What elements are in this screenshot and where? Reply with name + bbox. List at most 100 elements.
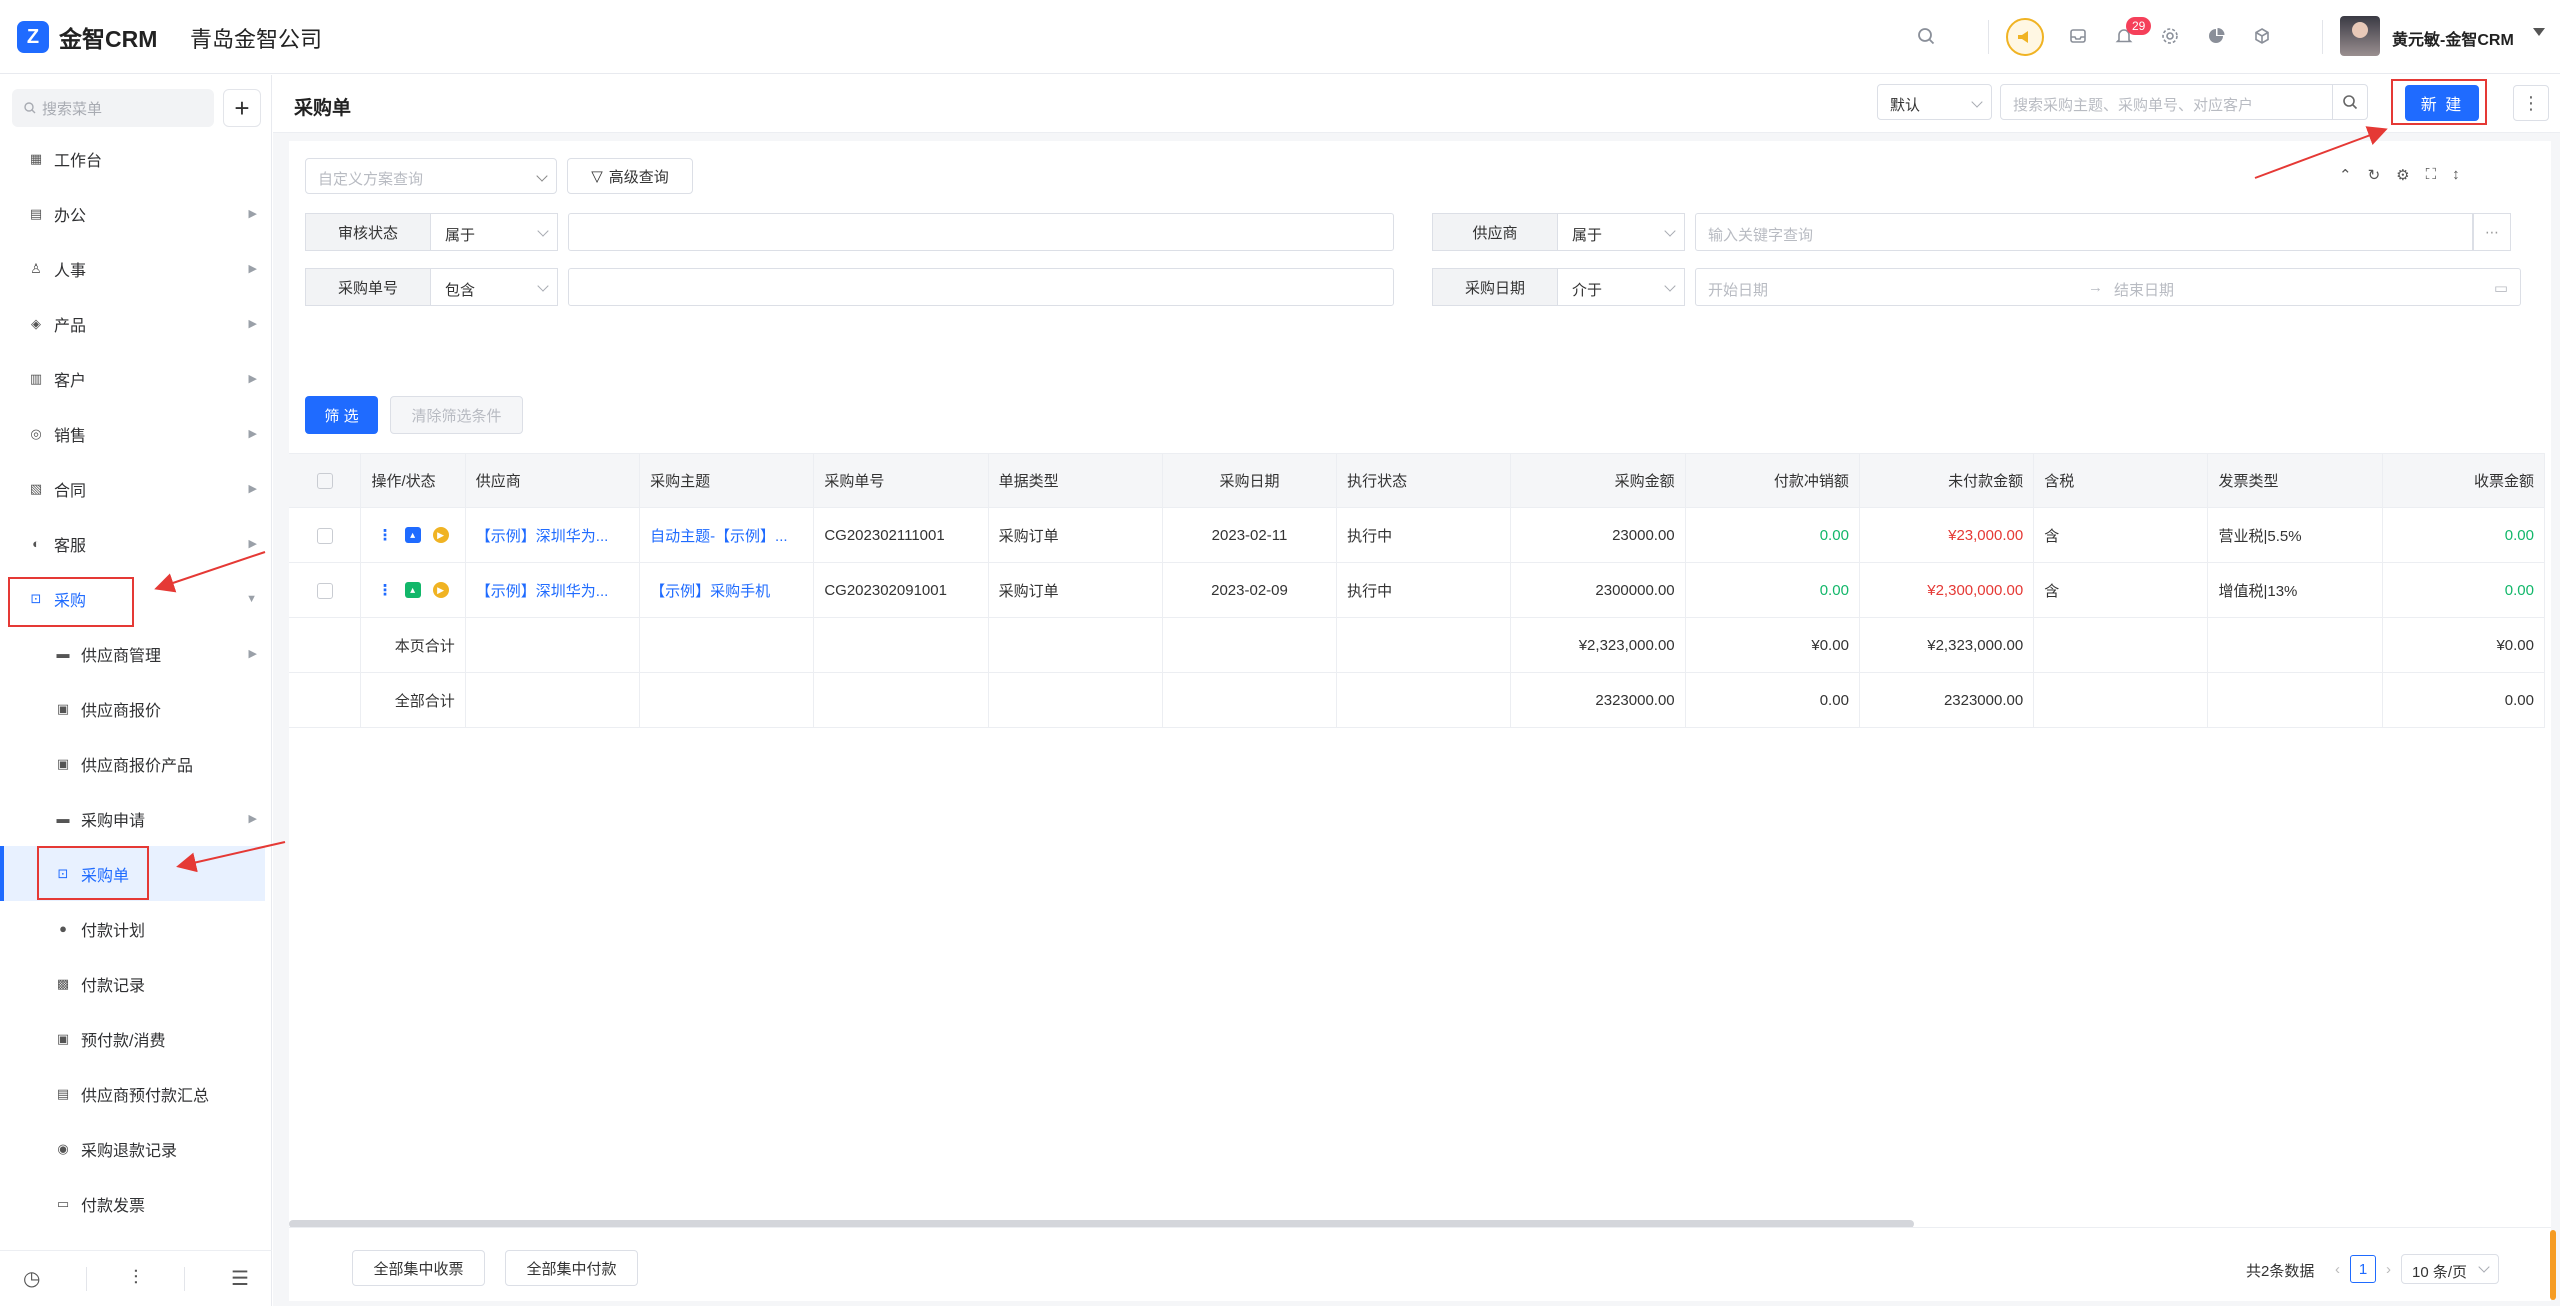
subject-link[interactable]: 自动主题-【示例】...	[639, 507, 815, 563]
supplier-keyword-input[interactable]: 输入关键字查询	[1695, 213, 2473, 251]
all-total-row: 全部合计 2323000.00 0.00 2323000.00 0.00	[289, 672, 2546, 728]
pie-chart-icon[interactable]	[2202, 22, 2230, 50]
annotation-box	[2391, 79, 2487, 125]
chevron-right-icon: ▶	[248, 813, 257, 825]
purchase-date: 2023-02-11	[1162, 507, 1338, 563]
sidebar-subitem-supplier-quote-product[interactable]: ▣ 供应商报价产品	[0, 736, 265, 791]
sales-icon: ◎	[30, 425, 42, 441]
sidebar-item-sales[interactable]: ◎ 销售 ▶	[0, 406, 265, 461]
sidebar-item-customer[interactable]: ▥ 客户 ▶	[0, 351, 265, 406]
brand-logo[interactable]: Z 金智CRM	[17, 20, 157, 54]
play-status-icon[interactable]: ▶	[432, 582, 449, 598]
search-input[interactable]: 搜索采购主题、采购单号、对应客户	[2000, 84, 2333, 120]
refresh-icon[interactable]: ↻	[2368, 166, 2381, 184]
menu-search-input[interactable]: 搜索菜单	[12, 89, 214, 127]
sidebar-subitem-payment-invoice[interactable]: ▭ 付款发票	[0, 1176, 265, 1231]
sidebar-item-label: 供应商管理	[81, 647, 162, 665]
filter-operator-select[interactable]: 属于	[1558, 213, 1685, 251]
sidebar-item-office[interactable]: ▤ 办公 ▶	[0, 186, 265, 241]
more-dots-button[interactable]: ⋯	[2473, 213, 2511, 251]
sidebar-subitem-refund-record[interactable]: ◉ 采购退款记录	[0, 1121, 265, 1176]
row-checkbox-cell[interactable]	[289, 507, 362, 563]
people-icon: ♙	[30, 260, 42, 276]
column-height-icon[interactable]: ↕	[2452, 166, 2460, 184]
filter-button[interactable]: 筛 选	[305, 396, 378, 434]
subject-link[interactable]: 【示例】采购手机	[639, 562, 815, 618]
play-status-icon[interactable]: ▶	[432, 527, 449, 543]
sidebar-item-product[interactable]: ◈ 产品 ▶	[0, 296, 265, 351]
add-menu-button[interactable]: +	[223, 89, 261, 127]
sidebar-subitem-prepayment[interactable]: ▣ 预付款/消费	[0, 1011, 265, 1066]
doc-type: 采购订单	[988, 562, 1163, 618]
sidebar-subitem-payment-record[interactable]: ▩ 付款记录	[0, 956, 265, 1011]
filter-operator-select[interactable]: 属于	[431, 213, 558, 251]
sidebar-subitem-prepay-summary[interactable]: ▤ 供应商预付款汇总	[0, 1066, 265, 1121]
pay-all-button[interactable]: 全部集中付款	[505, 1250, 638, 1286]
supplier-link[interactable]: 【示例】深圳华为...	[465, 507, 641, 563]
next-page-icon[interactable]: ›	[2386, 1261, 2391, 1278]
filter-operator-select[interactable]: 包含	[431, 268, 558, 306]
sidebar-item-hr[interactable]: ♙ 人事 ▶	[0, 241, 265, 296]
vertical-scrollbar[interactable]	[2550, 1230, 2556, 1300]
checkbox[interactable]	[316, 473, 333, 490]
sidebar-item-workbench[interactable]: ▦ 工作台	[0, 131, 265, 186]
sidebar-subitem-supplier-quote[interactable]: ▣ 供应商报价	[0, 681, 265, 736]
office-icon: ▤	[29, 205, 43, 221]
received-amount: 0.00	[2382, 562, 2546, 618]
search-button[interactable]	[2332, 84, 2368, 120]
custom-query-select[interactable]: 自定义方案查询	[305, 158, 557, 194]
order-no: CG202302111001	[813, 507, 989, 563]
advanced-query-button[interactable]: ▽ 高级查询	[567, 158, 693, 194]
top-bar: Z 金智CRM 青岛金智公司 29 黄元敏-金智CRM	[0, 0, 2560, 74]
chevron-down-icon[interactable]	[2533, 28, 2545, 36]
gear-icon[interactable]	[2156, 22, 2184, 50]
page-size-select[interactable]: 10 条/页	[2401, 1254, 2499, 1284]
history-icon[interactable]: ◷	[23, 1266, 40, 1291]
filter-operator-select[interactable]: 介于	[1558, 268, 1685, 306]
supplier-link[interactable]: 【示例】深圳华为...	[465, 562, 641, 618]
sidebar-subitem-purchase-request[interactable]: ▬ 采购申请 ▶	[0, 791, 265, 846]
approved-status-icon[interactable]: ▴	[404, 582, 421, 598]
gear-icon[interactable]: ⚙	[2396, 166, 2409, 184]
inbox-icon[interactable]	[2064, 22, 2092, 50]
collapse-up-icon[interactable]: ⌃	[2339, 166, 2352, 184]
more-actions-icon[interactable]: ⋮	[378, 526, 393, 544]
row-checkbox-cell[interactable]	[289, 562, 362, 618]
filter-operator-value: 包含	[445, 282, 476, 299]
sidebar-subitem-supplier-mgmt[interactable]: ▬ 供应商管理 ▶	[0, 626, 265, 681]
total-writeoff: 0.00	[1685, 672, 1860, 728]
avatar[interactable]	[2340, 16, 2380, 56]
collapse-menu-icon[interactable]: ☰	[231, 1266, 249, 1291]
prev-page-icon[interactable]: ‹	[2335, 1261, 2340, 1278]
filter-value-input[interactable]	[568, 268, 1394, 306]
current-page[interactable]: 1	[2350, 1255, 2376, 1283]
fullscreen-icon[interactable]: ⛶	[2426, 166, 2437, 184]
username[interactable]: 黄元敏-金智CRM	[2392, 26, 2514, 50]
search-icon[interactable]	[1912, 22, 1940, 50]
more-actions-icon[interactable]: ⋮	[378, 581, 393, 599]
chevron-down-icon	[2478, 1261, 2490, 1273]
sidebar-subitem-payment-plan[interactable]: ● 付款计划	[0, 901, 265, 956]
date-range-input[interactable]: 开始日期 → 结束日期 ▭	[1695, 268, 2521, 306]
clear-filter-button[interactable]: 清除筛选条件	[390, 396, 523, 434]
more-options-button[interactable]: ⋮	[2513, 85, 2549, 121]
box-icon[interactable]	[2248, 22, 2276, 50]
announcement-icon[interactable]	[2006, 18, 2044, 56]
view-select[interactable]: 默认	[1877, 84, 1992, 120]
divider	[1988, 20, 1989, 54]
checkbox[interactable]	[316, 582, 333, 599]
end-date[interactable]: 结束日期	[2114, 279, 2494, 299]
table-row[interactable]: ⋮ ▴ ▶ 【示例】深圳华为... 自动主题-【示例】... CG202302111…	[289, 507, 2546, 563]
basket-status-icon[interactable]: ▴	[404, 527, 421, 543]
filter-value-input[interactable]	[568, 213, 1394, 251]
start-date[interactable]: 开始日期	[1708, 279, 2088, 299]
sidebar-item-contract[interactable]: ▧ 合同 ▶	[0, 461, 265, 516]
collect-all-invoices-button[interactable]: 全部集中收票	[352, 1250, 485, 1286]
table-row[interactable]: ⋮ ▴ ▶ 【示例】深圳华为... 【示例】采购手机 CG202302091001 …	[289, 562, 2546, 618]
checkbox[interactable]	[316, 527, 333, 544]
sidebar-item-service[interactable]: ◐ 客服 ▶	[0, 516, 265, 571]
empty-cell	[2033, 617, 2209, 673]
settings-sliders-icon[interactable]: ⫶	[133, 1267, 138, 1290]
select-all-checkbox[interactable]	[289, 453, 362, 508]
logo-text: 金智CRM	[59, 26, 158, 52]
